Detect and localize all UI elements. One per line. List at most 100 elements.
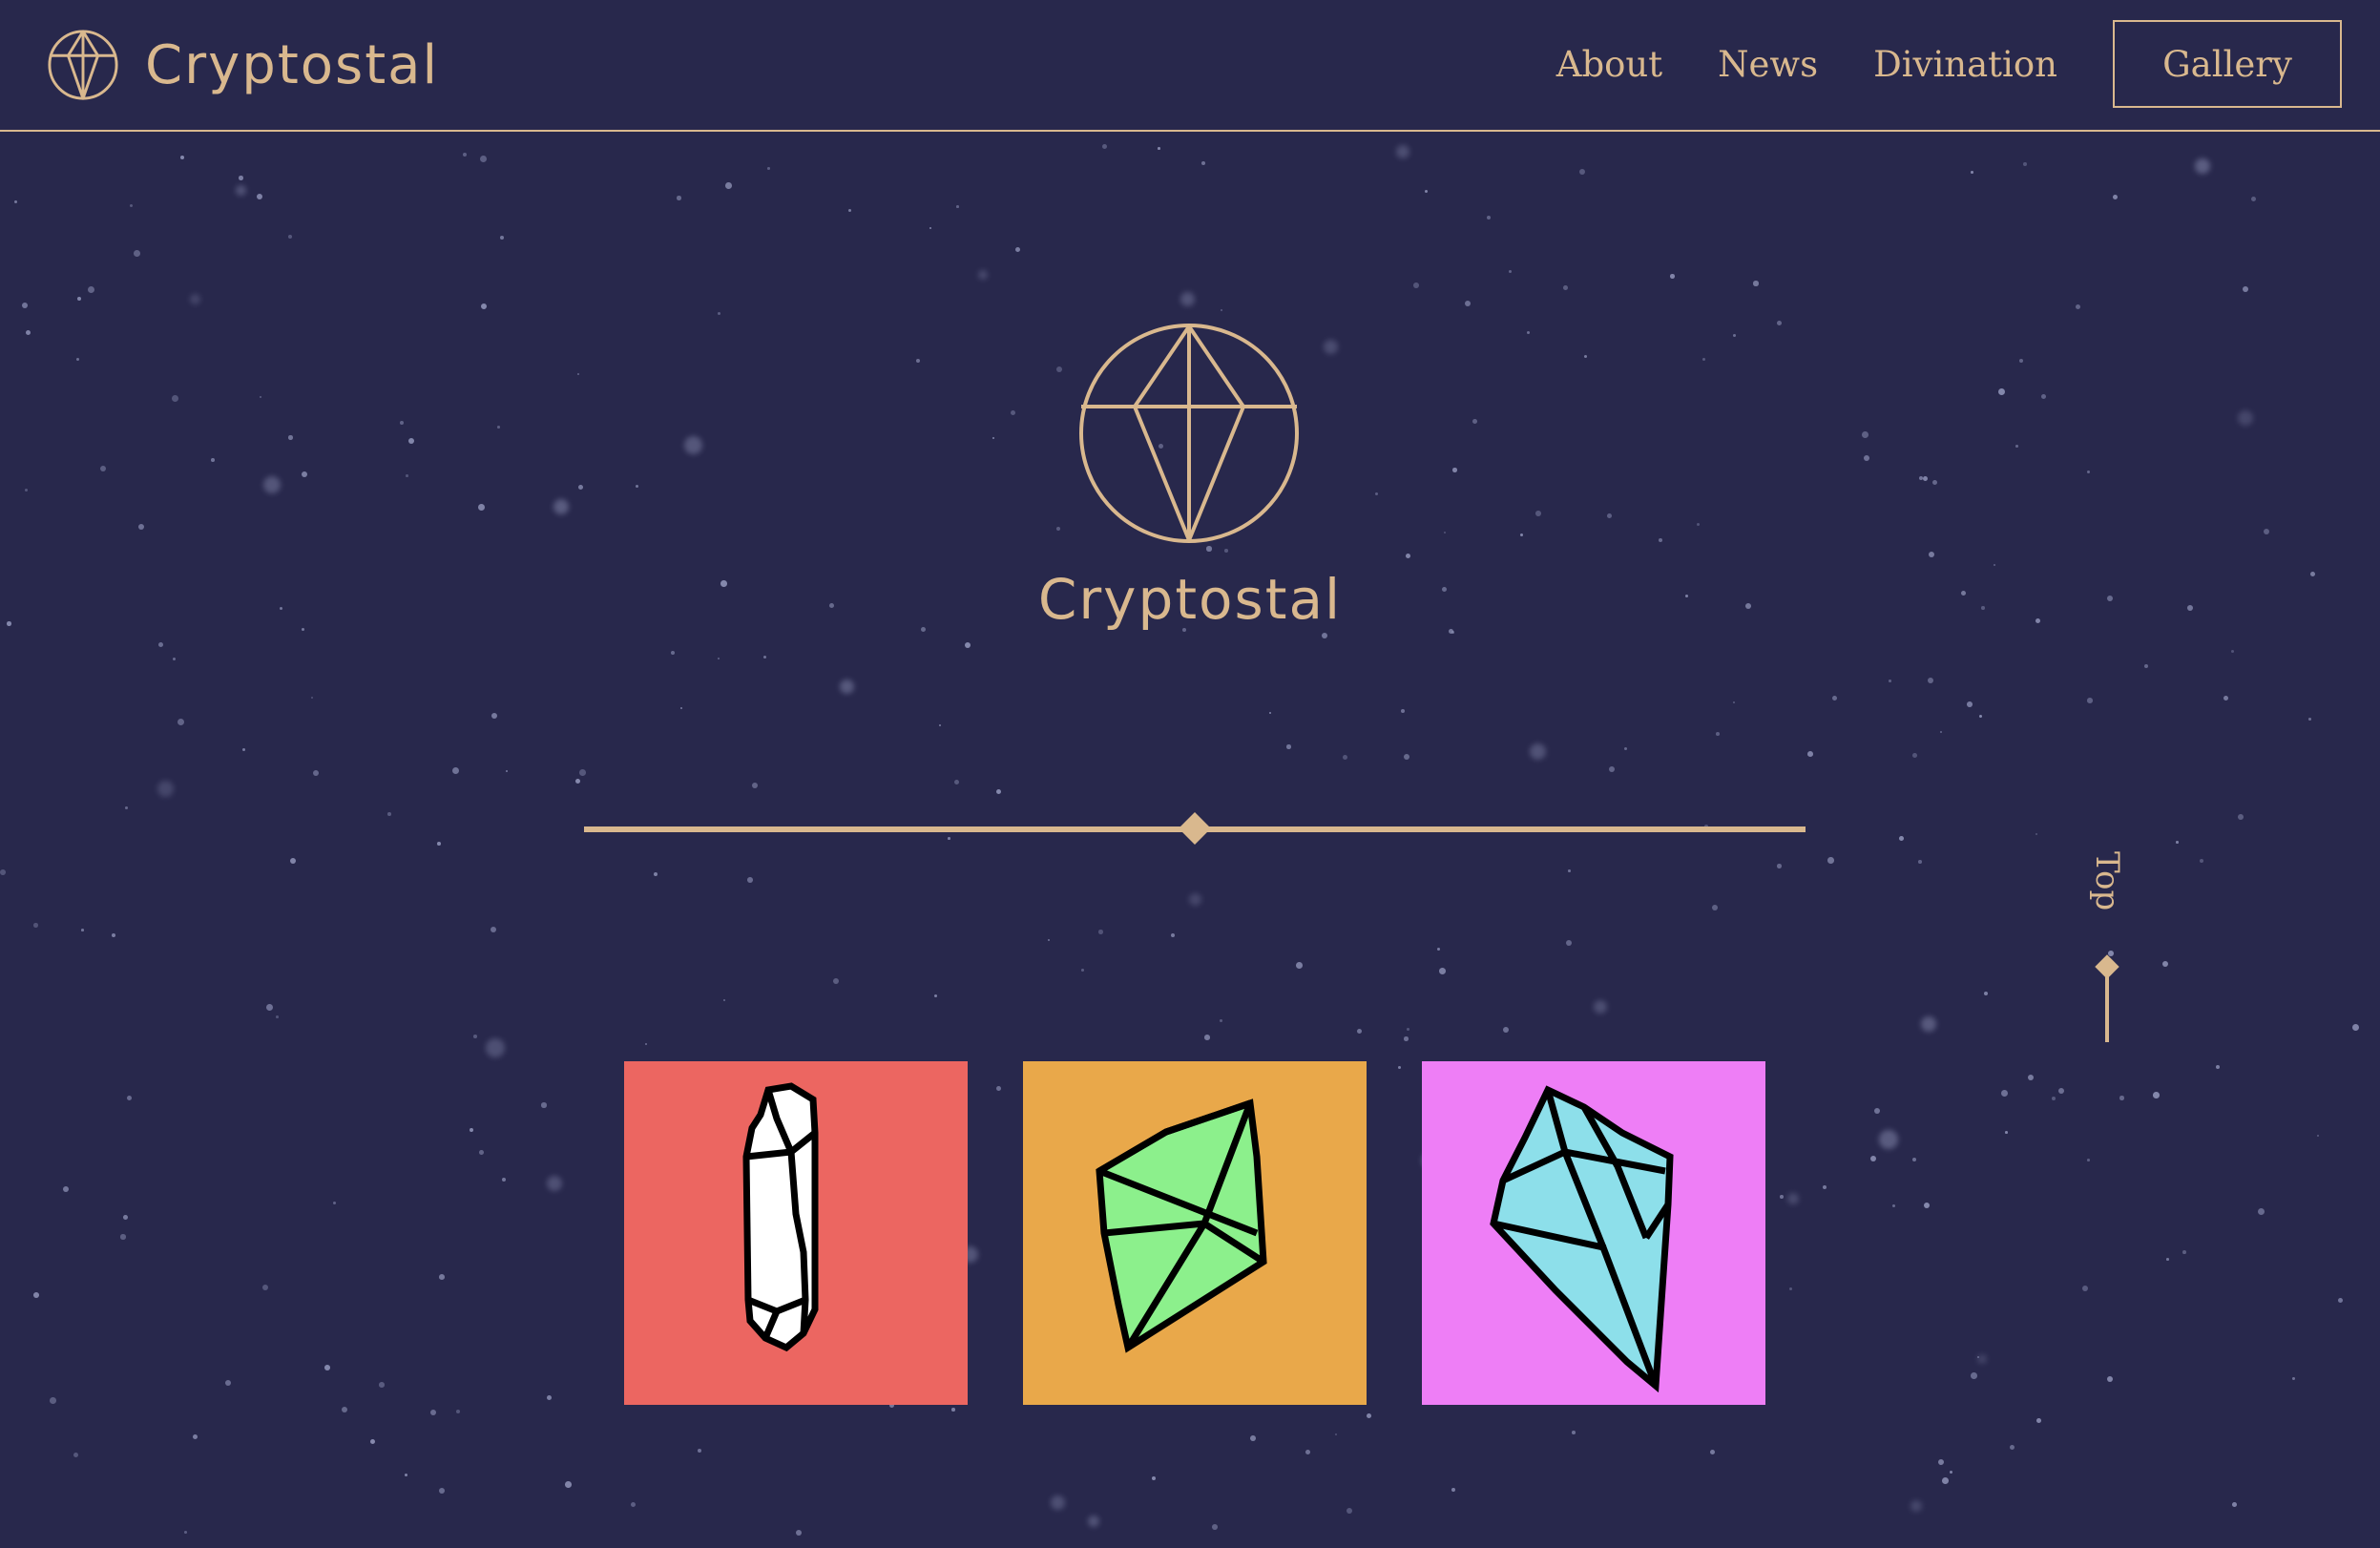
- star: [313, 770, 320, 777]
- star: [541, 1102, 547, 1108]
- star: [88, 286, 94, 293]
- star: [965, 642, 971, 649]
- star: [1404, 1036, 1409, 1041]
- star: [14, 200, 17, 203]
- star: [1950, 1471, 1953, 1475]
- star: [2087, 471, 2091, 474]
- star: [463, 153, 467, 157]
- star: [2317, 1135, 2320, 1138]
- star: [2058, 1088, 2065, 1095]
- star: [848, 209, 851, 212]
- star: [1102, 144, 1108, 150]
- nav-about[interactable]: About: [1556, 44, 1662, 85]
- star: [929, 227, 932, 230]
- star: [479, 1150, 484, 1155]
- star: [2251, 197, 2257, 202]
- star: [1015, 247, 1021, 253]
- star: [63, 1186, 70, 1193]
- star: [177, 719, 184, 725]
- star: [473, 1035, 477, 1038]
- main-nav: About News Divination Gallery: [1556, 19, 2342, 109]
- hero-title: Cryptostal: [1037, 567, 1343, 632]
- gallery-tile-blue-crystal[interactable]: [1422, 1061, 1765, 1405]
- star: [2243, 286, 2248, 292]
- star: [456, 1410, 461, 1414]
- star: [1702, 358, 1705, 361]
- star: [1994, 564, 1996, 567]
- star: [2223, 696, 2229, 701]
- star: [1568, 869, 1571, 872]
- star: [1212, 1524, 1218, 1530]
- star: [1712, 905, 1719, 911]
- star: [2187, 605, 2194, 612]
- star: [1733, 334, 1736, 337]
- star: [1967, 701, 1973, 707]
- star: [1780, 1195, 1784, 1199]
- star: [2076, 304, 2081, 310]
- star: [439, 1488, 446, 1495]
- star: [1335, 1433, 1338, 1436]
- star: [263, 476, 282, 494]
- nav-news[interactable]: News: [1718, 44, 1818, 85]
- star: [1918, 860, 1922, 864]
- star: [547, 1395, 552, 1400]
- star: [1201, 161, 1206, 166]
- gallery-tile-white-crystal[interactable]: [624, 1061, 968, 1405]
- star: [491, 713, 498, 720]
- star: [1171, 933, 1176, 938]
- star: [1563, 285, 1568, 290]
- star: [123, 1215, 128, 1220]
- gallery-button[interactable]: Gallery: [2113, 20, 2342, 108]
- star: [1406, 554, 1411, 559]
- star: [1357, 1029, 1362, 1034]
- star: [481, 303, 488, 310]
- star: [725, 182, 732, 189]
- star: [1296, 962, 1303, 969]
- star: [1670, 274, 1675, 279]
- star: [2107, 1376, 2114, 1383]
- star: [840, 680, 854, 694]
- star: [2028, 1075, 2035, 1081]
- star: [2166, 1258, 2169, 1261]
- star: [1862, 431, 1869, 438]
- star: [767, 167, 770, 170]
- star: [1609, 766, 1616, 773]
- star: [1413, 282, 1419, 288]
- star: [408, 438, 415, 445]
- star: [1347, 1508, 1352, 1514]
- star: [1984, 992, 1989, 996]
- gallery-tile-green-crystal[interactable]: [1023, 1061, 1367, 1405]
- star: [158, 642, 164, 648]
- star: [720, 580, 727, 587]
- star: [7, 621, 11, 626]
- brand[interactable]: Cryptostal: [46, 25, 439, 105]
- star: [2310, 572, 2316, 577]
- star: [1437, 948, 1440, 951]
- star: [1753, 281, 1759, 286]
- star: [506, 770, 509, 773]
- star: [452, 767, 459, 774]
- scroll-top-label: Top: [2088, 851, 2126, 911]
- star: [718, 658, 720, 660]
- star: [311, 697, 313, 699]
- star: [684, 436, 703, 455]
- star: [1520, 533, 1524, 537]
- scroll-top-button[interactable]: Top: [2080, 849, 2138, 1059]
- star: [1899, 836, 1904, 841]
- star: [1971, 171, 1973, 174]
- blue-crystal-icon: [1422, 1061, 1765, 1405]
- star: [2264, 529, 2270, 535]
- star: [2036, 1418, 2041, 1423]
- star: [77, 297, 82, 302]
- star: [934, 994, 938, 998]
- star: [1451, 1488, 1455, 1492]
- star: [2144, 664, 2148, 668]
- star: [73, 1453, 79, 1458]
- star: [125, 806, 128, 809]
- star: [565, 1481, 572, 1488]
- star: [211, 458, 215, 462]
- star: [2338, 1298, 2344, 1304]
- nav-divination[interactable]: Divination: [1873, 44, 2057, 85]
- star: [1305, 1450, 1311, 1455]
- star: [2082, 1286, 2089, 1292]
